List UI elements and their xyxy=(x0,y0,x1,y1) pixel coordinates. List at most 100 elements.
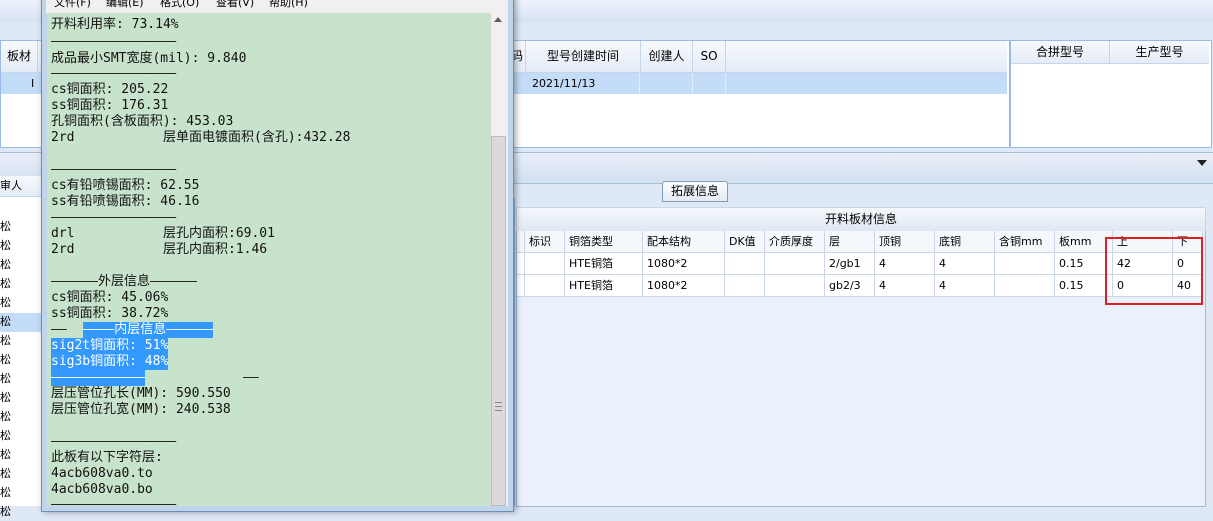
reviewer-list-item[interactable]: 松 xyxy=(0,236,44,255)
separator-line: ———————————————— xyxy=(51,162,177,177)
text-line: 层孔内面积:1.46 xyxy=(163,242,268,257)
selected-text-line[interactable]: sig3b铜面积: 48% xyxy=(51,354,169,370)
cell-dk[interactable] xyxy=(725,275,765,297)
text-line: 层压管位孔宽(MM): 240.538 xyxy=(51,402,231,417)
column-header-production-model[interactable]: 生产型号 xyxy=(1110,41,1209,64)
column-header-layer[interactable]: 层 xyxy=(825,231,875,253)
cell-structure[interactable]: 1080*2 xyxy=(643,253,725,275)
reviewer-column-header[interactable]: 审人 xyxy=(0,176,44,197)
section-heading-outer: ——————外层信息—————— xyxy=(51,274,197,289)
separator-line: ———————————————— xyxy=(51,66,177,81)
cell-foil-type[interactable]: HTE铜箔 xyxy=(565,253,643,275)
reviewer-list-item[interactable]: 松 xyxy=(0,350,44,369)
scrollbar-thumb[interactable] xyxy=(491,136,506,506)
column-header-dk[interactable]: DK值 xyxy=(725,231,765,253)
cell-foil-type[interactable]: HTE铜箔 xyxy=(565,275,643,297)
notepad-menu-bar: 文件(F) 编辑(E) 格式(O) 查看(V) 帮助(H) xyxy=(46,0,508,13)
creator-cell xyxy=(641,73,693,94)
text-line: 层单面电镀面积(含孔):432.28 xyxy=(163,130,351,145)
cell-top-copper[interactable]: 4 xyxy=(875,253,935,275)
separator-line: ———————————————— xyxy=(51,210,177,225)
text-line: cs铜面积: 45.06% xyxy=(51,290,169,305)
collapse-arrow-icon[interactable] xyxy=(1197,160,1207,166)
highlight-box xyxy=(1105,237,1203,305)
reviewer-list-item[interactable]: 松 xyxy=(0,445,44,464)
cell-bottom-copper[interactable]: 4 xyxy=(935,253,995,275)
column-header-bottom-copper[interactable]: 底铜 xyxy=(935,231,995,253)
column-header-creator[interactable]: 创建人 xyxy=(641,41,693,72)
cell-dielectric[interactable] xyxy=(765,275,825,297)
selected-text-line[interactable]: sig2t铜面积: 51% xyxy=(51,338,169,354)
text-line: 此板有以下字符层: xyxy=(51,450,163,465)
reviewer-list-item[interactable]: 松 xyxy=(0,217,44,236)
column-header-mark[interactable]: 标识 xyxy=(525,231,565,253)
menu-edit[interactable]: 编辑(E) xyxy=(106,0,144,8)
cell-mark[interactable] xyxy=(525,253,565,275)
row-spacer xyxy=(517,253,525,275)
reviewer-list-item[interactable]: 松 xyxy=(0,464,44,483)
row-spacer xyxy=(517,275,525,297)
so-cell xyxy=(693,73,726,94)
column-header-board[interactable]: 板材 xyxy=(1,41,38,72)
cell-copper-mm[interactable] xyxy=(995,275,1055,297)
text-line: 4acb608va0.bo xyxy=(51,482,153,497)
reviewer-list-item[interactable]: 松 xyxy=(0,369,44,388)
column-header-so[interactable]: SO xyxy=(693,41,726,72)
created-time-cell: 2021/11/13 xyxy=(526,73,640,94)
reviewer-list-item[interactable]: 松 xyxy=(0,426,44,445)
column-header-foil-type[interactable]: 铜箔类型 xyxy=(565,231,643,253)
separator-line: ———————————————— xyxy=(51,497,177,512)
separator-line: —— xyxy=(243,370,259,385)
separator-line: ———————————————— xyxy=(51,34,177,49)
menu-view[interactable]: 查看(V) xyxy=(216,0,254,8)
cell-layer[interactable]: gb2/3 xyxy=(825,275,875,297)
board-material-grid[interactable]: 标识 铜箔类型 配本结构 DK值 介质厚度 层 顶铜 底铜 含铜mm 板mm 上… xyxy=(516,231,1206,507)
column-header-structure[interactable]: 配本结构 xyxy=(643,231,725,253)
reviewer-list-item[interactable]: 松 xyxy=(0,293,44,312)
reviewer-list-item[interactable]: 松 xyxy=(0,312,44,331)
column-header-dielectric[interactable]: 介质厚度 xyxy=(765,231,825,253)
text-line: ss铜面积: 38.72% xyxy=(51,306,169,321)
cell-copper-mm[interactable] xyxy=(995,253,1055,275)
scroll-up-arrow-icon[interactable] xyxy=(494,17,502,22)
section-heading-inner-selected[interactable]: ————内层信息—————— xyxy=(83,322,214,338)
text-line: 2rd xyxy=(51,242,75,257)
tab-expand-info[interactable]: 拓展信息 xyxy=(662,181,728,202)
reviewer-list-item[interactable]: 松 xyxy=(0,388,44,407)
scroll-grip-line xyxy=(495,406,502,407)
text-line: 层压管位孔长(MM): 590.550 xyxy=(51,386,231,401)
selected-separator-line[interactable]: ———————————— xyxy=(51,370,145,386)
menu-help[interactable]: 帮助(H) xyxy=(269,0,308,8)
reviewer-list-item[interactable]: 松 xyxy=(0,274,44,293)
text-line: 开料利用率: 73.14% xyxy=(51,17,179,32)
text-line: 层孔内面积:69.01 xyxy=(163,226,275,241)
cell-top-copper[interactable]: 4 xyxy=(875,275,935,297)
cell-bottom-copper[interactable]: 4 xyxy=(935,275,995,297)
cell-dielectric[interactable] xyxy=(765,253,825,275)
menu-file[interactable]: 文件(F) xyxy=(54,0,91,8)
column-header-top-copper[interactable]: 顶铜 xyxy=(875,231,935,253)
cell-dk[interactable] xyxy=(725,253,765,275)
column-header-copper-mm[interactable]: 含铜mm xyxy=(995,231,1055,253)
cell-layer[interactable]: 2/gb1 xyxy=(825,253,875,275)
cell-mark[interactable] xyxy=(525,275,565,297)
reviewer-list-item[interactable]: 松 xyxy=(0,331,44,350)
text-line: 成品最小SMT宽度(mil): 9.840 xyxy=(51,51,247,66)
text-line: cs铜面积: 205.22 xyxy=(51,82,169,97)
text-line: ss铜面积: 176.31 xyxy=(51,98,169,113)
text-line: 2rd xyxy=(51,130,75,145)
menu-format[interactable]: 格式(O) xyxy=(160,0,199,8)
reviewer-list-item[interactable]: 松 xyxy=(0,502,44,521)
reviewer-list-item[interactable]: 松 xyxy=(0,483,44,502)
reviewer-list-item[interactable]: 松 xyxy=(0,407,44,426)
text-line: ss有铅喷锡面积: 46.16 xyxy=(51,194,200,209)
text-line: 4acb608va0.to xyxy=(51,466,153,481)
merge-model-grid[interactable]: 合拼型号 生产型号 xyxy=(1010,40,1212,148)
text-line: cs有铅喷锡面积: 62.55 xyxy=(51,178,200,193)
column-header-spacer xyxy=(517,231,525,253)
column-header-merge-model[interactable]: 合拼型号 xyxy=(1011,41,1110,64)
column-header-created-time[interactable]: 型号创建时间 xyxy=(526,41,641,72)
separator-line: ———————————————— xyxy=(51,434,177,449)
reviewer-list-item[interactable]: 松 xyxy=(0,255,44,274)
cell-structure[interactable]: 1080*2 xyxy=(643,275,725,297)
